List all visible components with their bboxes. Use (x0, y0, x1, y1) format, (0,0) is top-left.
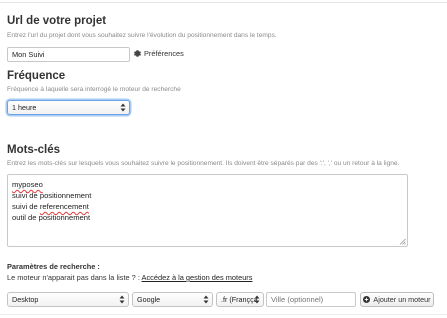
top-divider (0, 2, 447, 3)
add-engine-button[interactable]: Ajouter un moteur (360, 292, 434, 307)
plus-circle-icon (363, 296, 371, 303)
keyword-line: suivi de referencement (12, 202, 89, 211)
missing-engine-line: Le moteur n'apparait pas dans la liste ?… (7, 273, 252, 282)
keywords-textarea[interactable]: myposeo suivi de positionnement suivi de… (7, 174, 408, 247)
select-arrows-icon (254, 295, 260, 304)
frequency-selected-value: 1 heure (12, 103, 37, 112)
manage-engines-link[interactable]: Accédez à la gestion des moteurs (142, 273, 253, 282)
engine-select[interactable]: Google (132, 292, 213, 307)
preferences-link[interactable]: Préférences (134, 49, 184, 58)
resize-handle-icon[interactable] (399, 238, 406, 245)
select-arrows-icon (119, 295, 125, 304)
missing-engine-text: Le moteur n'apparait pas dans la liste ?… (7, 273, 140, 282)
misspelled-word: referencement (39, 202, 89, 211)
city-input[interactable] (266, 292, 356, 307)
locale-selected-value: .fr (Françça (221, 295, 258, 304)
keyword-line: myposeo (12, 179, 403, 190)
keywords-help: Entrez les mots-clés sur lesquels vous s… (7, 160, 400, 167)
frequency-help: Fréquence à laquelle sera interrogé le m… (7, 86, 181, 93)
device-selected-value: Desktop (12, 295, 39, 304)
frequency-heading: Fréquence (7, 70, 66, 82)
keyword-line: suivi de positionnement (12, 191, 92, 200)
locale-select[interactable]: .fr (Françça (216, 292, 264, 307)
project-url-heading: Url de votre projet (7, 15, 107, 27)
device-select[interactable]: Desktop (7, 292, 129, 307)
frequency-select[interactable]: 1 heure (7, 100, 130, 115)
project-url-input[interactable] (7, 47, 130, 62)
misspelled-word: myposeo (12, 180, 43, 189)
engine-selected-value: Google (137, 295, 161, 304)
select-arrows-icon (120, 103, 126, 112)
search-params-heading: Paramètres de recherche : (7, 262, 100, 271)
select-arrows-icon (203, 295, 209, 304)
preferences-label: Préférences (144, 49, 184, 58)
keywords-heading: Mots-clés (7, 144, 61, 156)
project-url-help: Entrez l'url du projet dont vous souhait… (7, 32, 277, 39)
add-engine-label: Ajouter un moteur (373, 295, 431, 304)
gear-icon (134, 50, 141, 57)
keyword-line: outil de positionnement (12, 213, 91, 222)
bottom-divider (0, 314, 447, 315)
